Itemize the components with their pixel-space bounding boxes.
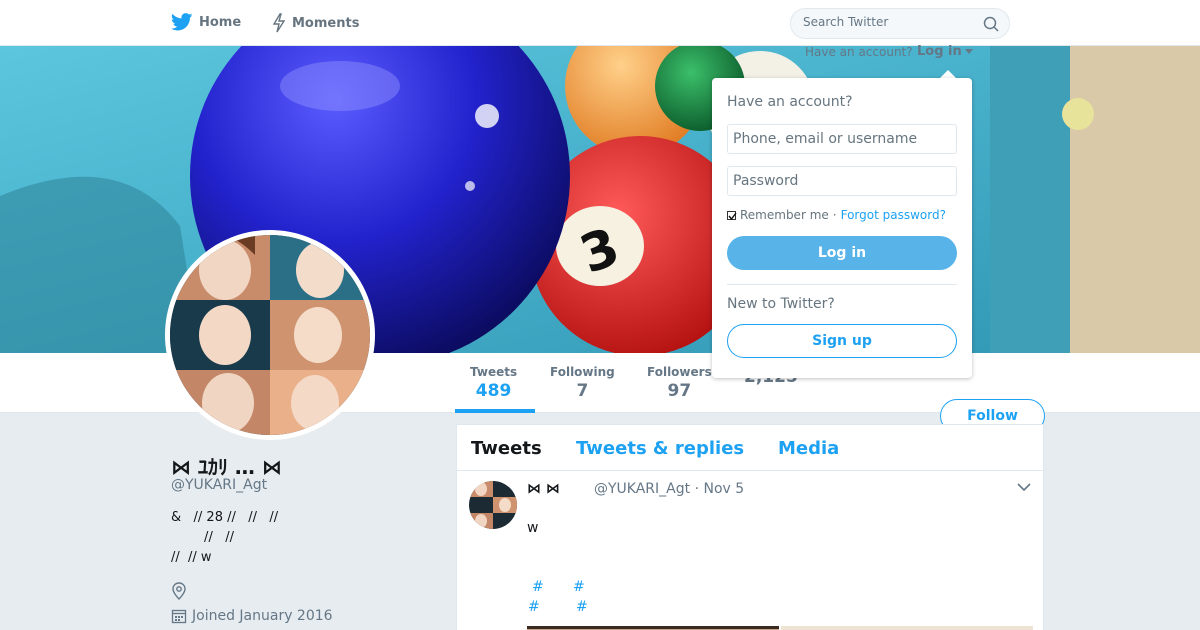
tab-tweets[interactable]: Tweets: [471, 438, 542, 459]
remember-label[interactable]: Remember me: [740, 208, 829, 222]
caret-down-icon: [964, 48, 973, 54]
search-box: [790, 8, 1010, 39]
stat-label: Tweets: [470, 365, 518, 379]
signup-button[interactable]: Sign up: [727, 324, 957, 358]
tweet-avatar[interactable]: [469, 481, 517, 529]
stat-value: 489: [475, 381, 512, 401]
tweet-item[interactable]: ⋈ ⋈ @YUKARI_Agt · Nov 5 w # # # #: [457, 471, 1043, 630]
timeline-tabs: Tweets Tweets & replies Media: [457, 425, 1043, 471]
profile-handle[interactable]: @YUKARI_Agt: [171, 477, 267, 493]
stat-following[interactable]: Following 7: [550, 365, 615, 401]
have-account-text: Have an account?: [805, 45, 913, 59]
tweet-media[interactable]: [527, 626, 1033, 630]
stat-tweets[interactable]: Tweets 489: [470, 365, 517, 401]
username-field[interactable]: [727, 124, 957, 154]
bio-line: & // 28 // // //: [171, 510, 279, 525]
profile-name: ⋈ ﾕｶﾘ … ⋈: [171, 455, 282, 479]
hashtag-link[interactable]: #: [573, 579, 585, 595]
forgot-password-link[interactable]: Forgot password?: [841, 208, 946, 222]
checkmark-icon: [728, 212, 737, 220]
joined-label: Joined January 2016: [192, 608, 333, 624]
tweet-text: w: [527, 520, 539, 536]
top-nav: Home Moments: [0, 0, 1200, 46]
hashtag-link[interactable]: #: [528, 599, 540, 615]
nav-home-label: Home: [199, 14, 242, 30]
hashtag-link[interactable]: #: [532, 579, 544, 595]
tab-tweets-replies[interactable]: Tweets & replies: [576, 438, 744, 459]
hashtag-link[interactable]: #: [576, 599, 588, 615]
profile-avatar[interactable]: [165, 230, 375, 440]
tab-media[interactable]: Media: [778, 438, 839, 459]
timeline: Tweets Tweets & replies Media ⋈ ⋈ @YUKAR…: [456, 424, 1044, 630]
stat-followers[interactable]: Followers 97: [647, 365, 712, 401]
login-button[interactable]: Log in: [727, 236, 957, 270]
calendar-icon: [171, 609, 187, 624]
remember-checkbox[interactable]: [727, 210, 737, 220]
password-field[interactable]: [727, 166, 957, 196]
bio-line: // //: [171, 530, 234, 545]
search-icon[interactable]: [983, 16, 999, 32]
profile-bio: & // 28 // // // // // // // w: [171, 508, 278, 568]
search-input[interactable]: [803, 15, 973, 29]
tweet-meta[interactable]: @YUKARI_Agt · Nov 5: [594, 481, 744, 497]
dropdown-caret: [940, 70, 956, 78]
nav-moments-label: Moments: [292, 15, 360, 31]
stat-value: 7: [576, 381, 589, 401]
login-link-label: Log in: [917, 44, 962, 59]
remember-row: Remember me · Forgot password?: [727, 208, 946, 222]
login-dropdown: Have an account? Remember me · Forgot pa…: [712, 78, 972, 378]
twitter-bird-icon: [171, 13, 193, 31]
stat-label: Followers: [647, 365, 712, 379]
active-stat-underline: [455, 409, 535, 413]
nav-moments[interactable]: Moments: [272, 13, 359, 33]
bio-line: // // w: [171, 550, 212, 565]
separator: ·: [832, 208, 837, 222]
stat-value: 97: [667, 381, 692, 401]
login-dropdown-toggle[interactable]: Log in: [917, 44, 973, 59]
dropdown-title: Have an account?: [727, 94, 853, 110]
new-to-twitter-text: New to Twitter?: [727, 296, 835, 312]
nav-home[interactable]: Home: [171, 13, 241, 31]
joined-date: Joined January 2016: [171, 608, 333, 624]
stat-label: Following: [550, 365, 615, 379]
lightning-icon: [272, 13, 286, 33]
chevron-down-icon[interactable]: [1017, 482, 1031, 492]
tweet-author-name[interactable]: ⋈ ⋈: [527, 481, 560, 497]
divider: [727, 284, 957, 285]
location-icon: [172, 582, 186, 600]
